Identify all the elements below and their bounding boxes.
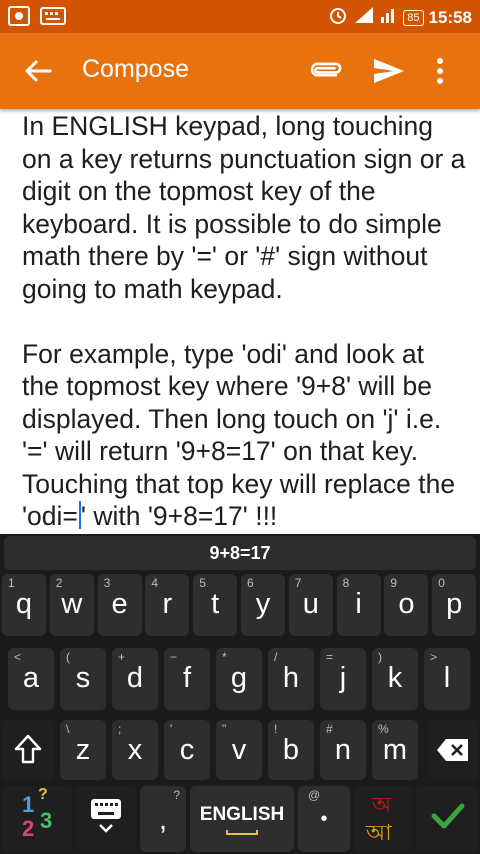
numbers-label-3: 2 xyxy=(22,816,35,841)
key-label: i xyxy=(355,588,362,620)
key-g[interactable]: * g xyxy=(216,648,262,710)
key-label: z xyxy=(75,734,91,766)
key-label: x xyxy=(127,734,143,766)
period-label: • xyxy=(320,808,328,830)
key-w[interactable]: 2w xyxy=(49,574,94,636)
bengali-switch-key[interactable]: অ আ xyxy=(354,786,412,852)
signal-4g-icon xyxy=(353,5,375,30)
shift-icon xyxy=(14,734,42,764)
comma-label: , xyxy=(158,804,168,836)
bengali-bottom-label: আ xyxy=(366,821,392,846)
app-notification-icon xyxy=(8,6,30,31)
key-q[interactable]: 1q xyxy=(2,574,46,636)
key-label: n xyxy=(334,734,352,766)
comma-key[interactable]: ? , xyxy=(140,786,186,852)
space-key[interactable]: ENGLISH xyxy=(190,786,294,852)
key-b[interactable]: ! b xyxy=(268,720,314,780)
key-label: h xyxy=(282,662,300,694)
key-z[interactable]: \ z xyxy=(60,720,106,780)
keyboard: 9+8=17 1q2w3e4r5t6y7u8i9o0p < a(s + d − f * g / h… xyxy=(0,534,480,854)
status-bar: 85 15:58 xyxy=(0,0,480,33)
key-label: p xyxy=(446,588,463,620)
period-hint: @ xyxy=(308,788,321,802)
key-label: t xyxy=(211,588,220,620)
backspace-icon xyxy=(437,739,468,761)
key-r[interactable]: 4r xyxy=(145,574,190,636)
comma-hint: ? xyxy=(173,788,180,802)
key-n[interactable]: # n xyxy=(320,720,366,780)
key-label: c xyxy=(179,734,195,766)
backspace-key[interactable] xyxy=(428,720,478,780)
key-label: j xyxy=(339,662,347,694)
key-label: u xyxy=(302,588,319,620)
key-m[interactable]: % m xyxy=(372,720,418,780)
numbers-label-4: 3 xyxy=(40,808,53,833)
check-icon xyxy=(431,803,465,829)
screen: 85 15:58 Compose In ENGLISH keypad, long… xyxy=(0,0,480,854)
key-label: r xyxy=(162,588,173,620)
key-d[interactable]: + d xyxy=(112,648,158,710)
shift-key[interactable] xyxy=(2,720,54,780)
key-p[interactable]: 0p xyxy=(432,574,477,636)
space-underline xyxy=(226,830,258,835)
keyboard-notification-icon xyxy=(40,6,66,31)
paperclip-icon[interactable] xyxy=(308,55,344,87)
space-label: ENGLISH xyxy=(199,804,285,825)
key-label: l xyxy=(443,662,451,694)
key-l[interactable]: > l xyxy=(424,648,470,710)
page-title: Compose xyxy=(82,55,189,83)
key-label: q xyxy=(15,588,33,620)
enter-key[interactable] xyxy=(416,786,478,852)
key-label: k xyxy=(387,662,403,694)
key-label: e xyxy=(111,588,128,620)
key-label: a xyxy=(22,662,40,694)
keyboard-icon xyxy=(91,799,121,833)
key-label: d xyxy=(126,662,144,694)
paragraph-2-text-after-cursor: ' with '9+8=17' !!! xyxy=(80,501,278,531)
clock: 15:58 xyxy=(428,7,472,27)
suggestion-bar[interactable]: 9+8=17 xyxy=(4,536,476,570)
key-s[interactable]: (s xyxy=(60,648,106,710)
status-left-icons xyxy=(8,6,66,31)
paragraph-1: In ENGLISH keypad, long touching on a ke… xyxy=(22,111,466,304)
key-o[interactable]: 9o xyxy=(384,574,429,636)
key-label: v xyxy=(231,734,247,766)
key-label: b xyxy=(282,734,300,766)
send-icon[interactable] xyxy=(370,53,406,89)
key-e[interactable]: 3e xyxy=(97,574,142,636)
battery-indicator: 85 xyxy=(403,9,424,26)
key-label: f xyxy=(182,662,192,694)
app-bar: Compose xyxy=(0,33,480,109)
key-label: m xyxy=(382,734,408,766)
numbers-label-2: ? xyxy=(38,786,48,803)
key-label: s xyxy=(75,662,91,694)
alarm-icon xyxy=(328,5,348,30)
key-label: y xyxy=(255,588,271,620)
key-i[interactable]: 8i xyxy=(336,574,381,636)
key-label: g xyxy=(230,662,248,694)
status-right-icons: 85 15:58 xyxy=(328,5,472,30)
keyboard-settings-key[interactable] xyxy=(76,786,136,852)
key-a[interactable]: < a xyxy=(8,648,54,710)
period-key[interactable]: @ • xyxy=(298,786,350,852)
key-h[interactable]: / h xyxy=(268,648,314,710)
key-label: o xyxy=(398,588,415,620)
key-t[interactable]: 5t xyxy=(193,574,238,636)
more-vert-icon[interactable] xyxy=(430,53,450,89)
numbers-label-1: 1 xyxy=(22,792,35,817)
arrow-back-icon[interactable] xyxy=(20,53,56,89)
key-label: w xyxy=(61,588,83,620)
key-c[interactable]: ' c xyxy=(164,720,210,780)
key-y[interactable]: 6y xyxy=(241,574,285,636)
key-v[interactable]: " v xyxy=(216,720,262,780)
message-body[interactable]: In ENGLISH keypad, long touching on a ke… xyxy=(22,110,468,534)
key-x[interactable]: ; x xyxy=(112,720,158,780)
key-f[interactable]: − f xyxy=(164,648,210,710)
signal-bars-icon xyxy=(380,5,398,30)
key-k[interactable]: ) k xyxy=(372,648,418,710)
key-j[interactable]: = j xyxy=(320,648,366,710)
numbers-switch-key[interactable]: 1 ? 2 3 xyxy=(2,786,72,852)
paragraph-2: For example, type 'odi' and look at the … xyxy=(22,338,468,533)
key-u[interactable]: 7u xyxy=(288,574,333,636)
